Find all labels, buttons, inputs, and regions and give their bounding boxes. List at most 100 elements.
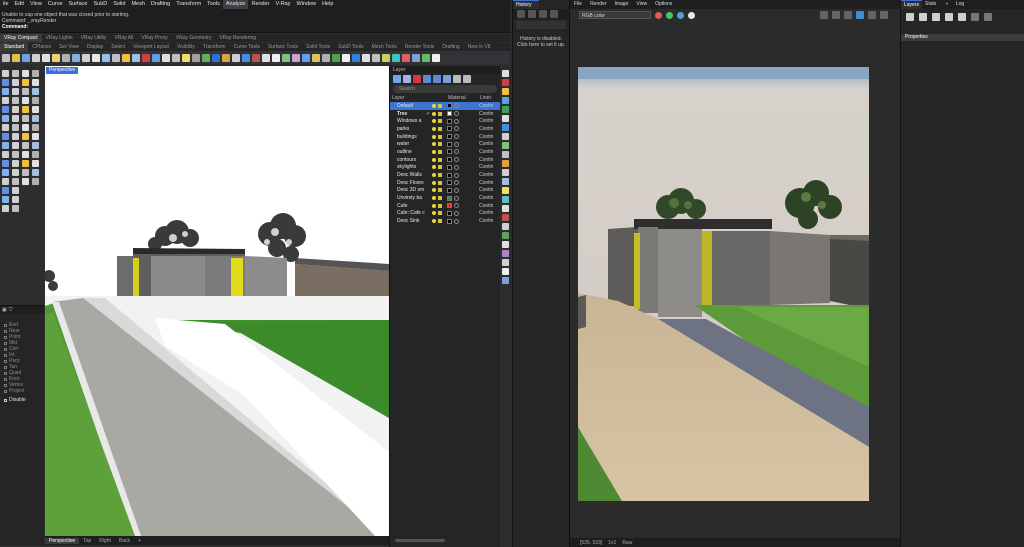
menu-item-v-ray[interactable]: V-Ray [273,0,294,9]
toolbar-tab-mesh-tools[interactable]: Mesh Tools [368,43,401,51]
layer-row[interactable]: Windows a Contin [390,117,500,125]
lightbulb-icon[interactable] [432,103,436,108]
toolbar-tool-icon[interactable] [402,53,410,62]
material-icon[interactable] [454,141,459,147]
material-icon[interactable] [454,218,459,224]
tool-palette-icon[interactable] [2,151,9,158]
layer-row[interactable]: Cafe::Cafe c Contin [390,210,500,218]
toolbar-tool-icon[interactable] [292,53,300,62]
side-tool-icon[interactable] [502,169,509,176]
menu-item-ile[interactable]: ile [0,0,12,9]
lock-icon[interactable] [438,111,442,116]
tool-palette-icon[interactable] [22,151,29,158]
layer-color-swatch[interactable] [447,172,452,178]
toolbar-tab-subd-tools[interactable]: SubD Tools [334,43,367,51]
layer-linetype[interactable]: Contin [479,103,493,109]
toolbar-tool-icon[interactable] [92,53,100,62]
tool-palette-icon[interactable] [12,205,19,212]
toolbar-tool-icon[interactable] [332,53,340,62]
history-tool-icon[interactable] [539,10,547,18]
tool-palette-icon[interactable] [12,97,19,104]
redo-icon[interactable] [984,12,992,21]
layer-color-swatch[interactable] [447,134,452,140]
layer-name[interactable]: Desc Walls [390,172,426,178]
add-class-icon[interactable] [919,12,927,21]
layer-row[interactable]: Desc Sink Contin [390,217,500,225]
layer-linetype[interactable]: Contin [479,134,493,140]
toolbar-tab-select[interactable]: Select [107,43,129,51]
vfb-menu-file[interactable]: File [570,0,586,9]
new-layer-icon[interactable] [393,75,401,83]
lock-icon[interactable] [438,211,442,216]
tool-palette-icon[interactable] [12,88,19,95]
tab-layers[interactable]: Layers [901,0,923,9]
layer-name[interactable]: Desc 3D sm [390,187,426,193]
material-icon[interactable] [454,157,459,163]
undo-icon[interactable] [971,12,979,21]
save-image-icon[interactable] [820,11,828,19]
toolbar-tool-icon[interactable] [382,53,390,62]
toolbar-tool-icon[interactable] [192,53,200,62]
history-search-input[interactable] [516,21,566,29]
menu-item-drafting[interactable]: Drafting [148,0,173,9]
layer-row[interactable]: parks Contin [390,125,500,133]
add-layer-icon[interactable] [906,12,914,21]
toolbar-tab-vray-lights[interactable]: VRay Lights [42,34,77,42]
layer-name[interactable]: water [390,141,426,147]
history-tool-icon[interactable] [528,10,536,18]
side-tool-icon[interactable] [502,124,509,131]
tool-palette-icon[interactable] [12,124,19,131]
history-disabled-message[interactable]: History is disabled. Click here to set i… [513,31,569,53]
layer-stack-icon[interactable] [932,12,940,21]
lock-icon[interactable] [438,119,442,124]
layer-name[interactable]: Windows a [390,118,426,124]
layer-name[interactable]: Default [390,103,426,109]
layer-linetype[interactable]: Contin [479,187,493,193]
lock-icon[interactable] [438,142,442,147]
side-tool-icon[interactable] [502,106,509,113]
delete-layer-icon[interactable] [958,12,966,21]
layer-linetype[interactable]: Contin [479,126,493,132]
layer-color-swatch[interactable] [447,111,452,117]
lightbulb-icon[interactable] [432,119,436,124]
toolbar-tool-icon[interactable] [172,53,180,62]
toolbar-tool-icon[interactable] [362,53,370,62]
tool-palette-icon[interactable] [22,124,29,131]
layers-col-name[interactable]: Layer [390,95,448,102]
toolbar-tab-vray-utility[interactable]: VRay Utility [77,34,111,42]
toolbar-tool-icon[interactable] [12,53,20,62]
vfb-menu-render[interactable]: Render [586,0,610,9]
toolbar-tool-icon[interactable] [162,53,170,62]
lock-icon[interactable] [438,196,442,201]
lock-icon[interactable] [438,149,442,154]
lock-icon[interactable] [438,188,442,193]
vfb-menu-image[interactable]: Image [610,0,632,9]
lightbulb-icon[interactable] [432,180,436,185]
material-icon[interactable] [454,134,459,140]
toolbar-tab-curve-tools[interactable]: Curve Tools [230,43,264,51]
side-tool-icon[interactable] [502,160,509,167]
tool-palette-icon[interactable] [2,196,9,203]
lightbulb-icon[interactable] [432,126,436,131]
side-tool-icon[interactable] [502,223,509,230]
toolbar-tool-icon[interactable] [82,53,90,62]
tool-palette-icon[interactable] [2,133,9,140]
material-icon[interactable] [454,126,459,132]
tool-palette-icon[interactable] [12,160,19,167]
side-tool-icon[interactable] [502,79,509,86]
disable-checkbox[interactable] [4,398,7,402]
osnap-disable-toggle[interactable]: Disable [0,397,44,403]
menu-item-surface[interactable]: Surface [66,0,91,9]
toolbar-tool-icon[interactable] [132,53,140,62]
toolbar-tool-icon[interactable] [42,53,50,62]
menu-item-transform[interactable]: Transform [173,0,204,9]
side-tool-icon[interactable] [502,214,509,221]
mono-channel-icon[interactable] [688,11,695,19]
osnap-checkbox[interactable] [4,353,7,357]
tool-palette-icon[interactable] [22,97,29,104]
tool-palette-icon[interactable] [32,160,39,167]
tool-palette-icon[interactable] [32,142,39,149]
tool-palette-icon[interactable] [12,169,19,176]
layer-color-swatch[interactable] [447,149,452,155]
lightbulb-icon[interactable] [432,196,436,201]
